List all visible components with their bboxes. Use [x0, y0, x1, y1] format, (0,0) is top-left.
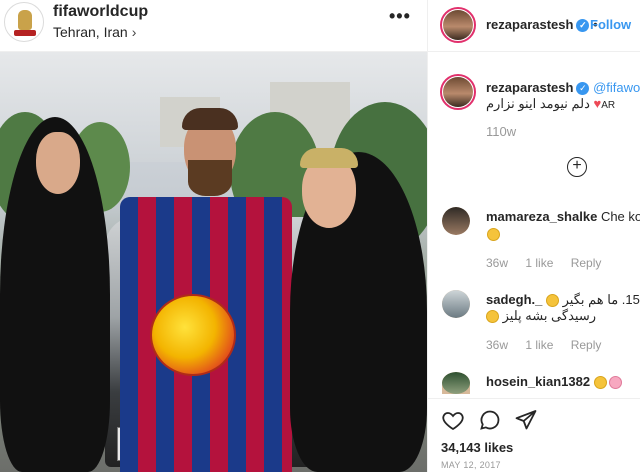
comment-username[interactable]: mamareza_shalke	[486, 209, 597, 224]
likes-count[interactable]: 34,143 likes	[441, 440, 513, 455]
post-photo[interactable]: ۷۷	[0, 52, 427, 472]
comment-text-line2: رسیدگی بشه پلیز	[502, 308, 596, 323]
emoji-icon	[487, 226, 500, 244]
comments-panel: rezaparastesh ✓ • Follow rezaparastesh ✓ @…	[427, 0, 640, 472]
caption-avatar[interactable]	[440, 74, 476, 110]
actions-divider	[428, 398, 640, 399]
comment-username[interactable]: sadegh._	[486, 292, 542, 307]
comment-avatar[interactable]	[442, 372, 470, 394]
side-header: rezaparastesh ✓ • Follow	[428, 0, 640, 52]
emoji-icon	[545, 294, 559, 308]
comment-time[interactable]: 36w	[486, 338, 508, 352]
world-cup-logo-icon[interactable]	[4, 2, 44, 42]
comment-row: hosein_kian1382	[486, 374, 622, 390]
post-owner-username[interactable]: fifaworldcup	[53, 3, 148, 21]
caption-time[interactable]: 110w	[486, 124, 516, 139]
soccer-ball	[150, 294, 236, 376]
author-username-row: rezaparastesh ✓ •	[486, 17, 598, 33]
comment-time[interactable]: 36w	[486, 256, 508, 270]
comment-meta: 36w 1 like Reply	[486, 338, 615, 352]
like-heart-icon[interactable]	[441, 408, 465, 432]
share-arrow-icon[interactable]	[514, 408, 538, 432]
follow-button[interactable]: Follow	[590, 17, 631, 32]
comment-row-line2: رسیدگی بشه پلیز	[486, 308, 596, 324]
reply-button[interactable]: Reply	[571, 256, 602, 270]
caption-text: دلم نیومد اینو نزارم	[486, 96, 590, 111]
comment-text: 150. ما هم بگیر	[562, 292, 640, 307]
caption-username[interactable]: rezaparastesh	[486, 80, 573, 95]
reply-button[interactable]: Reply	[571, 338, 602, 352]
location-label[interactable]: Tehran, Iran	[53, 24, 128, 40]
chevron-right-icon: ›	[131, 24, 137, 40]
author-username[interactable]: rezaparastesh	[486, 17, 573, 32]
emoji-icon	[486, 310, 499, 324]
caption-body: دلم نیومد اینو نزارم ♥AR	[486, 96, 615, 112]
verified-badge-icon: ✓	[576, 82, 590, 96]
comment-likes[interactable]: 1 like	[525, 338, 553, 352]
comment-username[interactable]: hosein_kian1382	[486, 374, 590, 389]
comment-row: sadegh._ 150. ما هم بگیر	[486, 292, 640, 308]
comment-text: Che kosiy	[600, 209, 640, 224]
caption-suffix: AR	[601, 100, 616, 111]
post-date[interactable]: MAY 12, 2017	[441, 460, 501, 470]
comment-row: mamareza_shalke Che kosiy	[486, 209, 640, 224]
caption-header: rezaparastesh✓ @fifaworld	[486, 80, 640, 96]
emoji-icon	[593, 376, 607, 390]
comment-avatar[interactable]	[442, 290, 470, 318]
comment-likes[interactable]: 1 like	[525, 256, 553, 270]
more-options-icon[interactable]: •••	[389, 6, 411, 27]
comment-avatar[interactable]	[442, 207, 470, 235]
emoji-icon	[608, 376, 622, 390]
comment-meta: 36w 1 like Reply	[486, 256, 615, 270]
post-location[interactable]: Tehran, Iran ›	[53, 24, 136, 40]
post-header: fifaworldcup Tehran, Iran › •••	[0, 0, 427, 52]
verified-badge-icon: ✓	[576, 19, 590, 33]
author-avatar[interactable]	[440, 7, 476, 43]
load-more-comments-icon[interactable]: +	[567, 157, 587, 177]
caption-mention[interactable]: @fifaworld	[593, 80, 640, 95]
comment-bubble-icon[interactable]	[478, 408, 502, 432]
